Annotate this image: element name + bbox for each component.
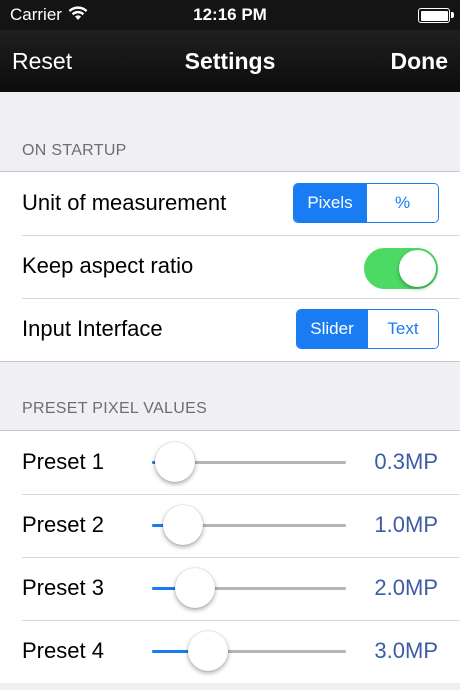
slider-thumb[interactable] bbox=[188, 631, 229, 671]
settings-screen: Carrier 12:16 PM Reset Settings Done ON … bbox=[0, 0, 460, 690]
interface-option-slider[interactable]: Slider bbox=[297, 310, 367, 348]
preset-value: 1.0MP bbox=[374, 512, 438, 537]
unit-segmented-control: Pixels % bbox=[293, 183, 439, 223]
preset-label: Preset 4 bbox=[22, 638, 104, 663]
battery-icon bbox=[418, 8, 454, 23]
interface-segmented-control: Slider Text bbox=[296, 309, 439, 349]
presets-group: Preset 1 0.3MP Preset 2 1.0MP Preset 3 2… bbox=[0, 430, 460, 683]
preset-slider[interactable] bbox=[152, 442, 346, 482]
preset-value: 3.0MP bbox=[374, 638, 438, 663]
done-button[interactable]: Done bbox=[391, 48, 449, 75]
status-time: 12:16 PM bbox=[193, 5, 267, 24]
status-bar: Carrier 12:16 PM bbox=[0, 0, 460, 30]
unit-option-pixels[interactable]: Pixels bbox=[294, 184, 366, 222]
interface-option-text[interactable]: Text bbox=[367, 310, 438, 348]
preset-slider[interactable] bbox=[152, 631, 346, 671]
aspect-ratio-toggle[interactable] bbox=[364, 248, 438, 289]
interface-label: Input Interface bbox=[22, 316, 163, 341]
slider-thumb[interactable] bbox=[163, 505, 204, 545]
section-header-startup: ON STARTUP bbox=[22, 142, 127, 159]
section-header-presets: PRESET PIXEL VALUES bbox=[22, 400, 208, 417]
startup-group: Unit of measurement Pixels % Keep aspect… bbox=[0, 171, 460, 362]
slider-thumb[interactable] bbox=[174, 568, 215, 608]
preset-label: Preset 1 bbox=[22, 449, 104, 474]
unit-label: Unit of measurement bbox=[22, 190, 227, 215]
preset-value: 0.3MP bbox=[374, 449, 438, 474]
unit-option-percent[interactable]: % bbox=[366, 184, 438, 222]
preset-label: Preset 3 bbox=[22, 575, 104, 600]
unit-row: Unit of measurement Pixels % bbox=[0, 172, 460, 235]
aspect-row: Keep aspect ratio bbox=[0, 235, 460, 298]
preset-row: Preset 2 1.0MP bbox=[0, 494, 460, 557]
preset-value: 2.0MP bbox=[374, 575, 438, 600]
preset-slider[interactable] bbox=[152, 505, 346, 545]
navigation-bar: Reset Settings Done bbox=[0, 30, 460, 92]
toggle-knob bbox=[399, 250, 436, 287]
preset-row: Preset 4 3.0MP bbox=[0, 620, 460, 683]
interface-row: Input Interface Slider Text bbox=[0, 298, 460, 361]
preset-slider[interactable] bbox=[152, 568, 346, 608]
preset-label: Preset 2 bbox=[22, 512, 104, 537]
preset-row: Preset 3 2.0MP bbox=[0, 557, 460, 620]
aspect-label: Keep aspect ratio bbox=[22, 253, 194, 278]
preset-row: Preset 1 0.3MP bbox=[0, 431, 460, 494]
slider-thumb[interactable] bbox=[155, 442, 196, 482]
